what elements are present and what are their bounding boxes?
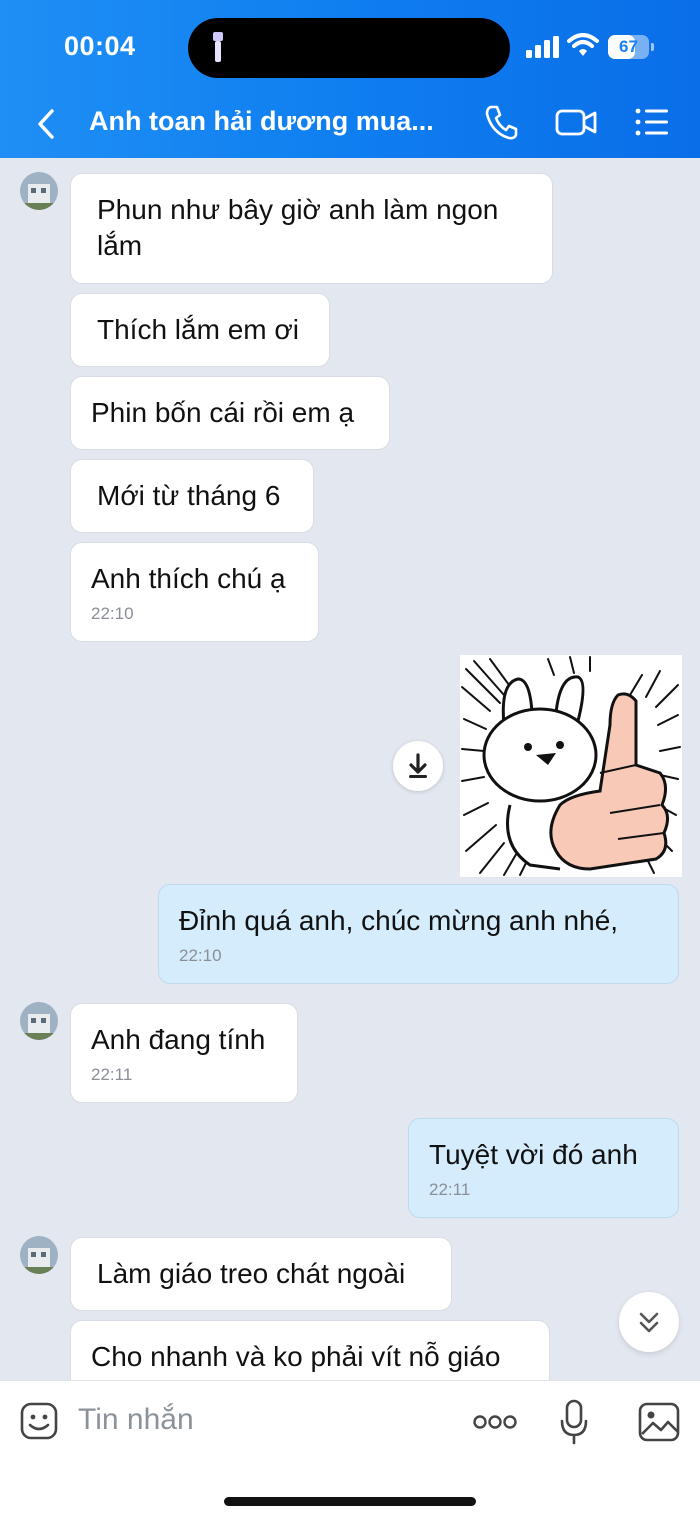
contact-avatar[interactable] [20,172,58,210]
home-indicator [224,1497,476,1506]
cellular-signal-icon [526,36,559,58]
thumbs-up-sticker[interactable] [460,655,682,877]
message-text: Mới từ tháng 6 [97,480,281,511]
message-timestamp: 22:11 [429,1180,471,1199]
battery-icon: 67 [608,35,654,59]
back-chevron-icon[interactable] [32,106,62,142]
flashlight-icon [213,32,223,62]
status-bar: 00:04 67 [0,0,700,90]
chat-header: 00:04 67 Anh toan hải dương mua... [0,0,700,158]
message-timestamp: 22:10 [179,946,222,965]
message-text: Tuyệt vời đó anh [429,1139,638,1170]
message-bubble-received[interactable]: Làm giáo treo chát ngoài [70,1237,452,1311]
scroll-to-bottom-button[interactable] [619,1292,679,1352]
message-bubble-received[interactable]: Thích lắm em ơi [70,293,330,367]
message-input[interactable]: Tin nhắn [78,1403,194,1437]
double-chevron-down-icon [639,1312,659,1333]
message-bubble-received[interactable]: Cho nhanh và ko phải vít nỗ giáo [70,1320,550,1380]
contact-avatar[interactable] [20,1236,58,1274]
message-list[interactable]: Phun như bây giờ anh làm ngon lắm Thích … [0,158,700,1380]
image-icon[interactable] [638,1402,680,1442]
status-time: 00:04 [64,31,136,61]
message-bubble-received[interactable]: Phun như bây giờ anh làm ngon lắm [70,173,553,284]
message-text: Đỉnh quá anh, chúc mừng anh nhé, [179,905,619,936]
message-bubble-received[interactable]: Phin bốn cái rồi em ạ [70,376,390,450]
menu-list-icon[interactable] [634,104,670,140]
message-text: Anh đang tính [91,1024,266,1055]
video-call-icon[interactable] [555,104,597,140]
conversation-title[interactable]: Anh toan hải dương mua... [89,106,434,137]
message-text: Thích lắm em ơi [97,314,299,345]
message-bubble-sent[interactable]: Đỉnh quá anh, chúc mừng anh nhé, 22:10 [158,884,679,984]
download-icon [409,753,427,778]
phone-icon[interactable] [484,104,518,140]
message-text: Phun như bây giờ anh làm ngon lắm [97,194,499,261]
message-timestamp: 22:10 [91,604,134,623]
message-text: Anh thích chú ạ [91,563,286,594]
message-text: Cho nhanh và ko phải vít nỗ giáo [91,1341,501,1372]
message-composer: Tin nhắn [0,1380,700,1517]
message-bubble-received[interactable]: Anh thích chú ạ 22:10 [70,542,319,642]
contact-avatar[interactable] [20,1002,58,1040]
message-bubble-sent[interactable]: Tuyệt vời đó anh 22:11 [408,1118,679,1218]
download-button[interactable] [393,741,443,791]
message-text: Phin bốn cái rồi em ạ [91,397,355,428]
emoji-icon[interactable] [20,1402,58,1442]
dynamic-island [188,18,510,78]
message-timestamp: 22:11 [91,1065,133,1084]
message-text: Làm giáo treo chát ngoài [97,1258,406,1289]
wifi-icon [567,33,599,56]
more-icon[interactable] [472,1411,518,1433]
message-bubble-received[interactable]: Mới từ tháng 6 [70,459,314,533]
microphone-icon[interactable] [559,1399,589,1445]
message-bubble-received[interactable]: Anh đang tính 22:11 [70,1003,298,1103]
battery-level: 67 [619,37,638,56]
